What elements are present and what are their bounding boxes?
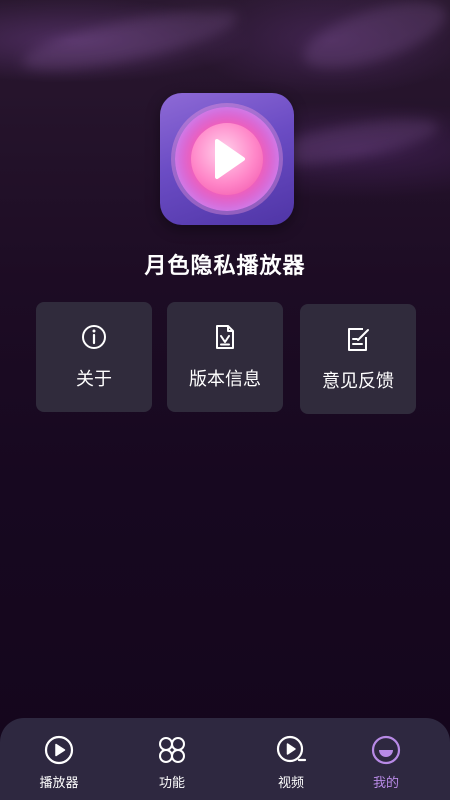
tab-profile-label: 我的 bbox=[372, 776, 399, 791]
info-icon bbox=[82, 325, 106, 349]
app-name: 月色隐私播放器 bbox=[144, 254, 306, 279]
video-icon bbox=[276, 735, 307, 763]
feedback-button[interactable]: 意见反馈 bbox=[300, 304, 416, 414]
background-streak bbox=[295, 0, 450, 82]
app-logo-ring bbox=[175, 107, 279, 211]
tab-player-label: 播放器 bbox=[39, 776, 79, 791]
tab-video-label: 视频 bbox=[277, 776, 304, 791]
about-label: 关于 bbox=[76, 369, 112, 390]
tab-video[interactable]: 视频 bbox=[251, 734, 331, 791]
bottom-tab-bar: 播放器 功能 视频 我的 bbox=[0, 718, 450, 800]
about-button[interactable]: 关于 bbox=[36, 302, 152, 412]
profile-icon bbox=[371, 735, 401, 765]
play-circle-icon bbox=[44, 735, 74, 765]
tab-features-label: 功能 bbox=[158, 776, 185, 791]
profile-screen: 月色隐私播放器 关于 版本信息 意见反馈 播放器 功能 视频 我的 bbox=[0, 0, 450, 800]
features-grid-icon bbox=[159, 737, 185, 763]
play-logo-icon bbox=[191, 123, 263, 195]
background-streak bbox=[18, 0, 242, 83]
version-info-label: 版本信息 bbox=[189, 369, 261, 390]
version-document-icon bbox=[216, 325, 234, 349]
feedback-label: 意见反馈 bbox=[322, 371, 394, 392]
tab-profile[interactable]: 我的 bbox=[346, 734, 426, 791]
feedback-edit-icon bbox=[348, 328, 369, 351]
version-info-button[interactable]: 版本信息 bbox=[167, 302, 283, 412]
app-logo bbox=[160, 93, 294, 225]
tab-features[interactable]: 功能 bbox=[132, 734, 212, 791]
tab-player[interactable]: 播放器 bbox=[19, 734, 99, 791]
